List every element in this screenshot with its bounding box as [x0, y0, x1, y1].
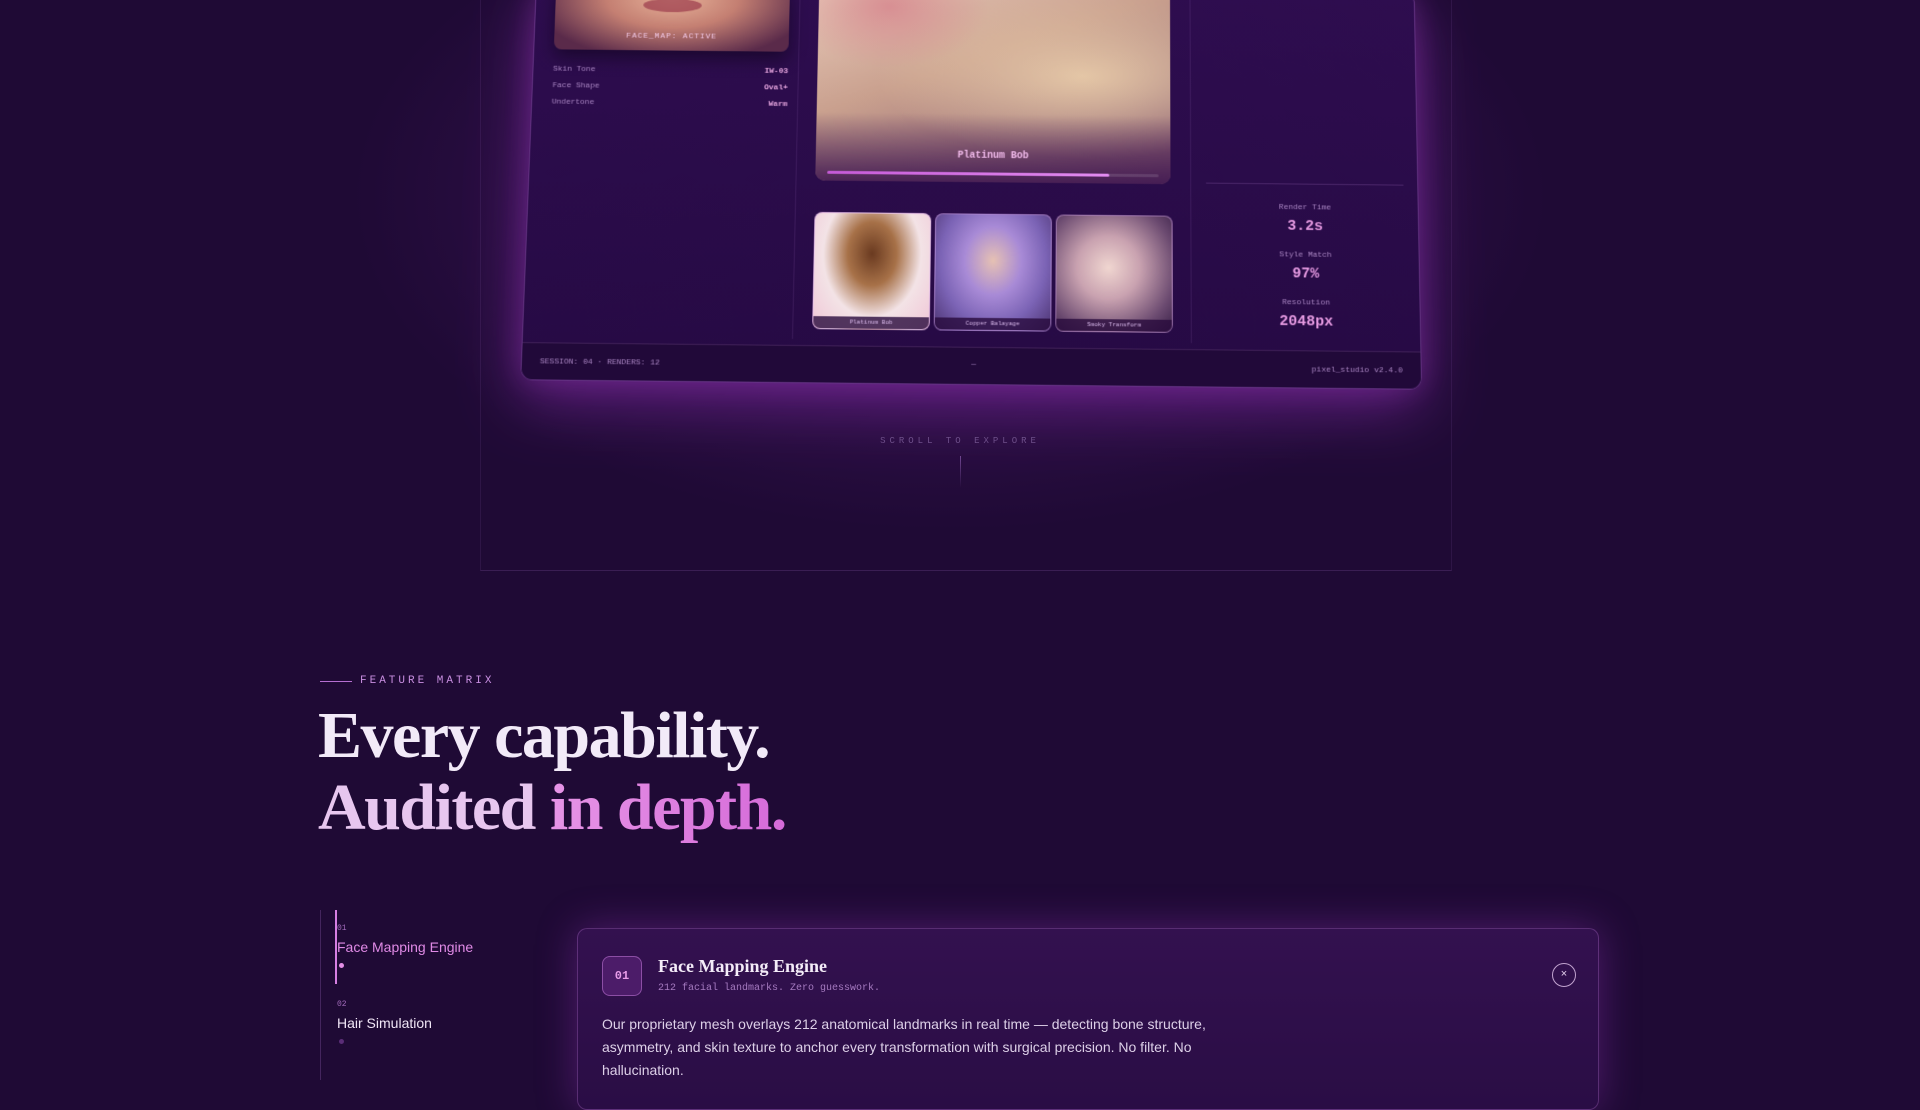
heading-line-2a: Audited [318, 771, 550, 844]
scroll-indicator-line [960, 456, 961, 488]
section-heading: Every capability. Audited in depth. [318, 699, 787, 844]
active-indicator-bar [335, 910, 337, 984]
spec-value: Oval+ [764, 83, 788, 93]
feature-number: 02 [337, 1000, 347, 1009]
inactive-dot [339, 1039, 344, 1044]
face-map-image: FACE_MAP: ACTIVE [553, 0, 791, 52]
feature-detail-card: 01 Face Mapping Engine 212 facial landma… [577, 928, 1599, 1110]
stat-value: 3.2s [1287, 217, 1324, 236]
stat-resolution: Resolution 2048px [1191, 297, 1422, 331]
feature-nav-item-hair-simulation[interactable]: 02 Hair Simulation [337, 1000, 432, 1044]
style-thumb-caption: Smoky Transform [1056, 318, 1172, 332]
close-icon[interactable]: × [1552, 963, 1576, 987]
mockup-left-column: FACE_MAP: ACTIVE Skin Tone IW-03 Face Sh… [522, 0, 801, 339]
feature-nav: 01 Face Mapping Engine 02 Hair Simulatio… [320, 910, 531, 1080]
heading-line-1: Every capability. [318, 699, 771, 772]
app-mockup: FACE_MAP: ACTIVE Skin Tone IW-03 Face Sh… [520, 0, 1423, 390]
spec-value: Warm [768, 99, 788, 109]
heading-line-2-accent: in depth. [549, 771, 787, 844]
footer-divider: — [971, 359, 977, 369]
stat-value: 97% [1292, 265, 1320, 283]
scroll-hint: SCROLL TO EXPLORE [880, 436, 1040, 446]
style-thumb-1[interactable]: Platinum Bob [812, 211, 932, 331]
stat-value: 2048px [1279, 313, 1334, 331]
active-dot [339, 963, 344, 968]
mockup-footer: SESSION: 04 · RENDERS: 12 — pixel_studio… [521, 342, 1422, 389]
feature-description: Our proprietary mesh overlays 212 anatom… [602, 1016, 1206, 1078]
stat-label: Resolution [1282, 298, 1331, 308]
spec-row-skin-tone: Skin Tone IW-03 [553, 65, 788, 76]
divider [1206, 182, 1404, 186]
section-eyebrow: FEATURE MATRIX [320, 675, 494, 687]
mockup-center-column: Platinum Bob Platinum Bob Copper Balayag… [792, 0, 1192, 344]
mockup-right-column: Render Time 3.2s Style Match 97% Resolut… [1189, 0, 1422, 346]
stat-label: Render Time [1278, 203, 1332, 213]
feature-badge: 01 [602, 956, 642, 996]
eyebrow-line [320, 680, 352, 682]
spec-row-face-shape: Face Shape Oval+ [552, 81, 788, 92]
version-label: pixel_studio v2.4.0 [1311, 365, 1403, 376]
eyebrow-text: FEATURE MATRIX [360, 675, 495, 687]
style-thumb-3[interactable]: Smoky Transform [1055, 214, 1173, 333]
stat-render-time: Render Time 3.2s [1190, 202, 1420, 236]
spec-value: IW-03 [764, 66, 789, 76]
stat-label: Style Match [1279, 250, 1332, 260]
feature-title: Face Mapping Engine [658, 956, 828, 976]
feature-name: Face Mapping Engine [337, 939, 474, 955]
feature-nav-item-face-mapping[interactable]: 01 Face Mapping Engine [337, 924, 473, 968]
spec-key: Skin Tone [552, 64, 596, 74]
spec-row-undertone: Undertone Warm [552, 98, 788, 109]
lips-graphic [643, 0, 703, 13]
style-thumb-caption: Copper Balayage [934, 317, 1051, 331]
stat-style-match: Style Match 97% [1190, 249, 1421, 283]
mockup-panel: FACE_MAP: ACTIVE Skin Tone IW-03 Face Sh… [520, 0, 1423, 390]
style-thumb-caption: Platinum Bob [813, 316, 929, 330]
face-map-label: FACE_MAP: ACTIVE [626, 31, 718, 42]
style-thumb-2[interactable]: Copper Balayage [933, 213, 1052, 332]
spec-key: Face Shape [552, 81, 600, 91]
session-info: SESSION: 04 · RENDERS: 12 [539, 357, 660, 368]
spec-key: Undertone [551, 97, 595, 107]
feature-subtitle: 212 facial landmarks. Zero guesswork. [658, 983, 881, 994]
feature-name: Hair Simulation [337, 1015, 432, 1031]
feature-number: 01 [337, 924, 347, 933]
